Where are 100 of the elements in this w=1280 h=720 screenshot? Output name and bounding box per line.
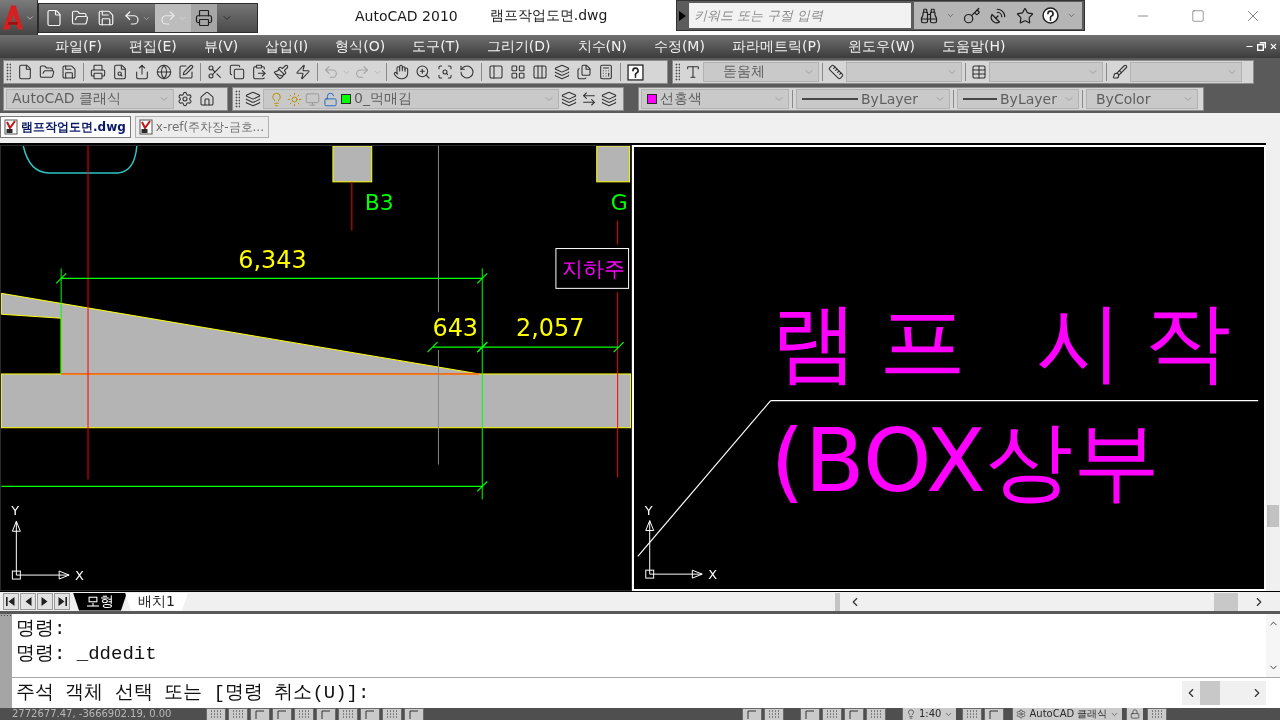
dotted-grid-icon[interactable] [866, 708, 886, 720]
corner-icon[interactable] [404, 708, 424, 720]
menu-item[interactable]: 도움말(H) [942, 37, 1006, 56]
layers-icon[interactable] [245, 91, 261, 107]
scrollbar-thumb[interactable] [1214, 592, 1238, 611]
vertical-scrollbar[interactable] [1266, 143, 1280, 591]
dotted-grid-icon[interactable] [764, 708, 784, 720]
open-folder-icon[interactable] [39, 64, 55, 80]
grip-handle-icon[interactable] [6, 63, 11, 81]
menu-item[interactable]: 도구(T) [412, 37, 460, 56]
scrollbar-thumb[interactable] [1200, 681, 1220, 705]
paintbrush-icon[interactable] [273, 64, 289, 80]
search-field[interactable]: 키워드 또는 구절 입력 [689, 3, 911, 28]
menu-item[interactable]: 치수(N) [577, 37, 627, 56]
dotted-grid-icon[interactable] [962, 708, 983, 720]
layers-icon[interactable] [554, 64, 570, 80]
house-icon[interactable] [199, 91, 215, 107]
help-icon[interactable] [1041, 7, 1059, 24]
last-icon[interactable] [54, 593, 70, 610]
document-tab[interactable]: 램프작업도면.dwg [0, 116, 131, 138]
viewport[interactable]: 6,343 643 2,057 B3 G 지하주 Y X [0, 145, 632, 591]
corner-icon[interactable] [742, 708, 762, 720]
lightning-icon[interactable] [295, 64, 311, 80]
linetype-dropdown[interactable]: ByLayer [796, 89, 950, 109]
layout-tab[interactable]: 배치1 [125, 592, 188, 611]
binoculars-icon[interactable] [920, 6, 939, 25]
caret-icon[interactable] [1066, 11, 1076, 20]
zoom-in-icon[interactable] [415, 64, 431, 80]
settings-icon[interactable] [177, 91, 193, 107]
copy-icon[interactable] [229, 64, 245, 80]
restore-icon[interactable] [1257, 42, 1266, 51]
undo-icon[interactable] [123, 9, 141, 27]
maximize-icon[interactable] [1190, 8, 1205, 23]
menu-item[interactable]: 뷰(V) [203, 37, 239, 56]
menu-item[interactable]: 형식(O) [335, 37, 386, 56]
columns-icon[interactable] [532, 64, 548, 80]
globe-icon[interactable] [156, 64, 172, 80]
files-icon[interactable] [576, 64, 592, 80]
printer-icon[interactable] [195, 9, 213, 27]
corner-icon[interactable] [272, 708, 292, 720]
table-icon[interactable] [971, 64, 987, 80]
close-icon[interactable] [1269, 42, 1278, 51]
horizontal-scrollbar[interactable] [1182, 681, 1266, 705]
key-icon[interactable] [963, 6, 982, 25]
menu-item[interactable]: 편집(E) [129, 37, 177, 56]
printer-icon[interactable] [90, 64, 106, 80]
command-prompt[interactable]: 주석 객체 선택 또는 [명령 취소(U)]: [12, 680, 1182, 706]
hand-icon[interactable] [393, 64, 409, 80]
caret-icon[interactable] [946, 11, 956, 20]
scissors-icon[interactable] [207, 64, 223, 80]
dotted-grid-icon[interactable] [382, 708, 402, 720]
grid-icon[interactable] [510, 64, 526, 80]
lock-icon[interactable] [1130, 709, 1141, 719]
ruler-icon[interactable] [828, 64, 844, 80]
corner-icon[interactable] [316, 708, 336, 720]
workspace-dropdown[interactable]: AutoCAD 클래식 [6, 89, 174, 109]
scrollbar-thumb[interactable] [1267, 505, 1279, 527]
expand-arrow-icon[interactable] [679, 10, 686, 21]
clipboard-icon[interactable] [251, 64, 267, 80]
open-folder-icon[interactable] [71, 9, 89, 27]
corner-icon[interactable] [844, 708, 864, 720]
next-icon[interactable] [37, 593, 53, 610]
brush-icon[interactable] [1112, 64, 1128, 80]
corner-icon[interactable] [250, 708, 270, 720]
menu-item[interactable]: 삽입(I) [265, 37, 309, 56]
lightbulb-icon[interactable] [906, 709, 916, 719]
star-icon[interactable] [1015, 6, 1034, 25]
document-tab[interactable]: x-ref(주차장-금호... [134, 116, 269, 138]
application-menu-button[interactable] [0, 0, 38, 35]
save-icon[interactable] [61, 64, 77, 80]
type-icon[interactable] [685, 64, 701, 80]
arrows-icon[interactable] [581, 91, 597, 107]
plot-style-dropdown[interactable]: ByColor [1086, 89, 1198, 109]
corner-icon[interactable] [984, 708, 1005, 720]
splitter-handle[interactable] [835, 592, 840, 611]
menu-item[interactable]: 수정(M) [653, 37, 705, 56]
menu-item[interactable]: 파라메트릭(P) [731, 37, 822, 56]
previous-icon[interactable] [20, 593, 36, 610]
multileader-style-dropdown[interactable] [1130, 62, 1242, 82]
corner-icon[interactable] [360, 708, 380, 720]
new-file-icon[interactable] [17, 64, 33, 80]
layer-dropdown[interactable]: 0_먹매김 [263, 89, 559, 109]
share-icon[interactable] [134, 64, 150, 80]
new-file-icon[interactable] [45, 9, 63, 27]
first-icon[interactable] [3, 593, 19, 610]
rotate-arrow-icon[interactable] [459, 64, 475, 80]
dotted-grid-icon[interactable] [206, 708, 226, 720]
pen-square-icon[interactable] [178, 64, 194, 80]
file-search-icon[interactable] [112, 64, 128, 80]
dotted-grid-icon[interactable] [338, 708, 358, 720]
grip-handle-icon[interactable] [675, 63, 680, 81]
text-style-dropdown[interactable]: 돋움체 [703, 62, 819, 82]
menu-item[interactable]: 그리기(D) [486, 37, 551, 56]
calculator-icon[interactable] [598, 64, 614, 80]
color-dropdown[interactable]: 선홍색 [641, 89, 789, 109]
panel-icon[interactable] [488, 64, 504, 80]
grip-handle-icon[interactable] [235, 90, 240, 108]
lineweight-dropdown[interactable]: ByLayer [957, 89, 1079, 109]
layers-icon[interactable] [601, 91, 617, 107]
menu-item[interactable]: 파일(F) [55, 37, 102, 56]
